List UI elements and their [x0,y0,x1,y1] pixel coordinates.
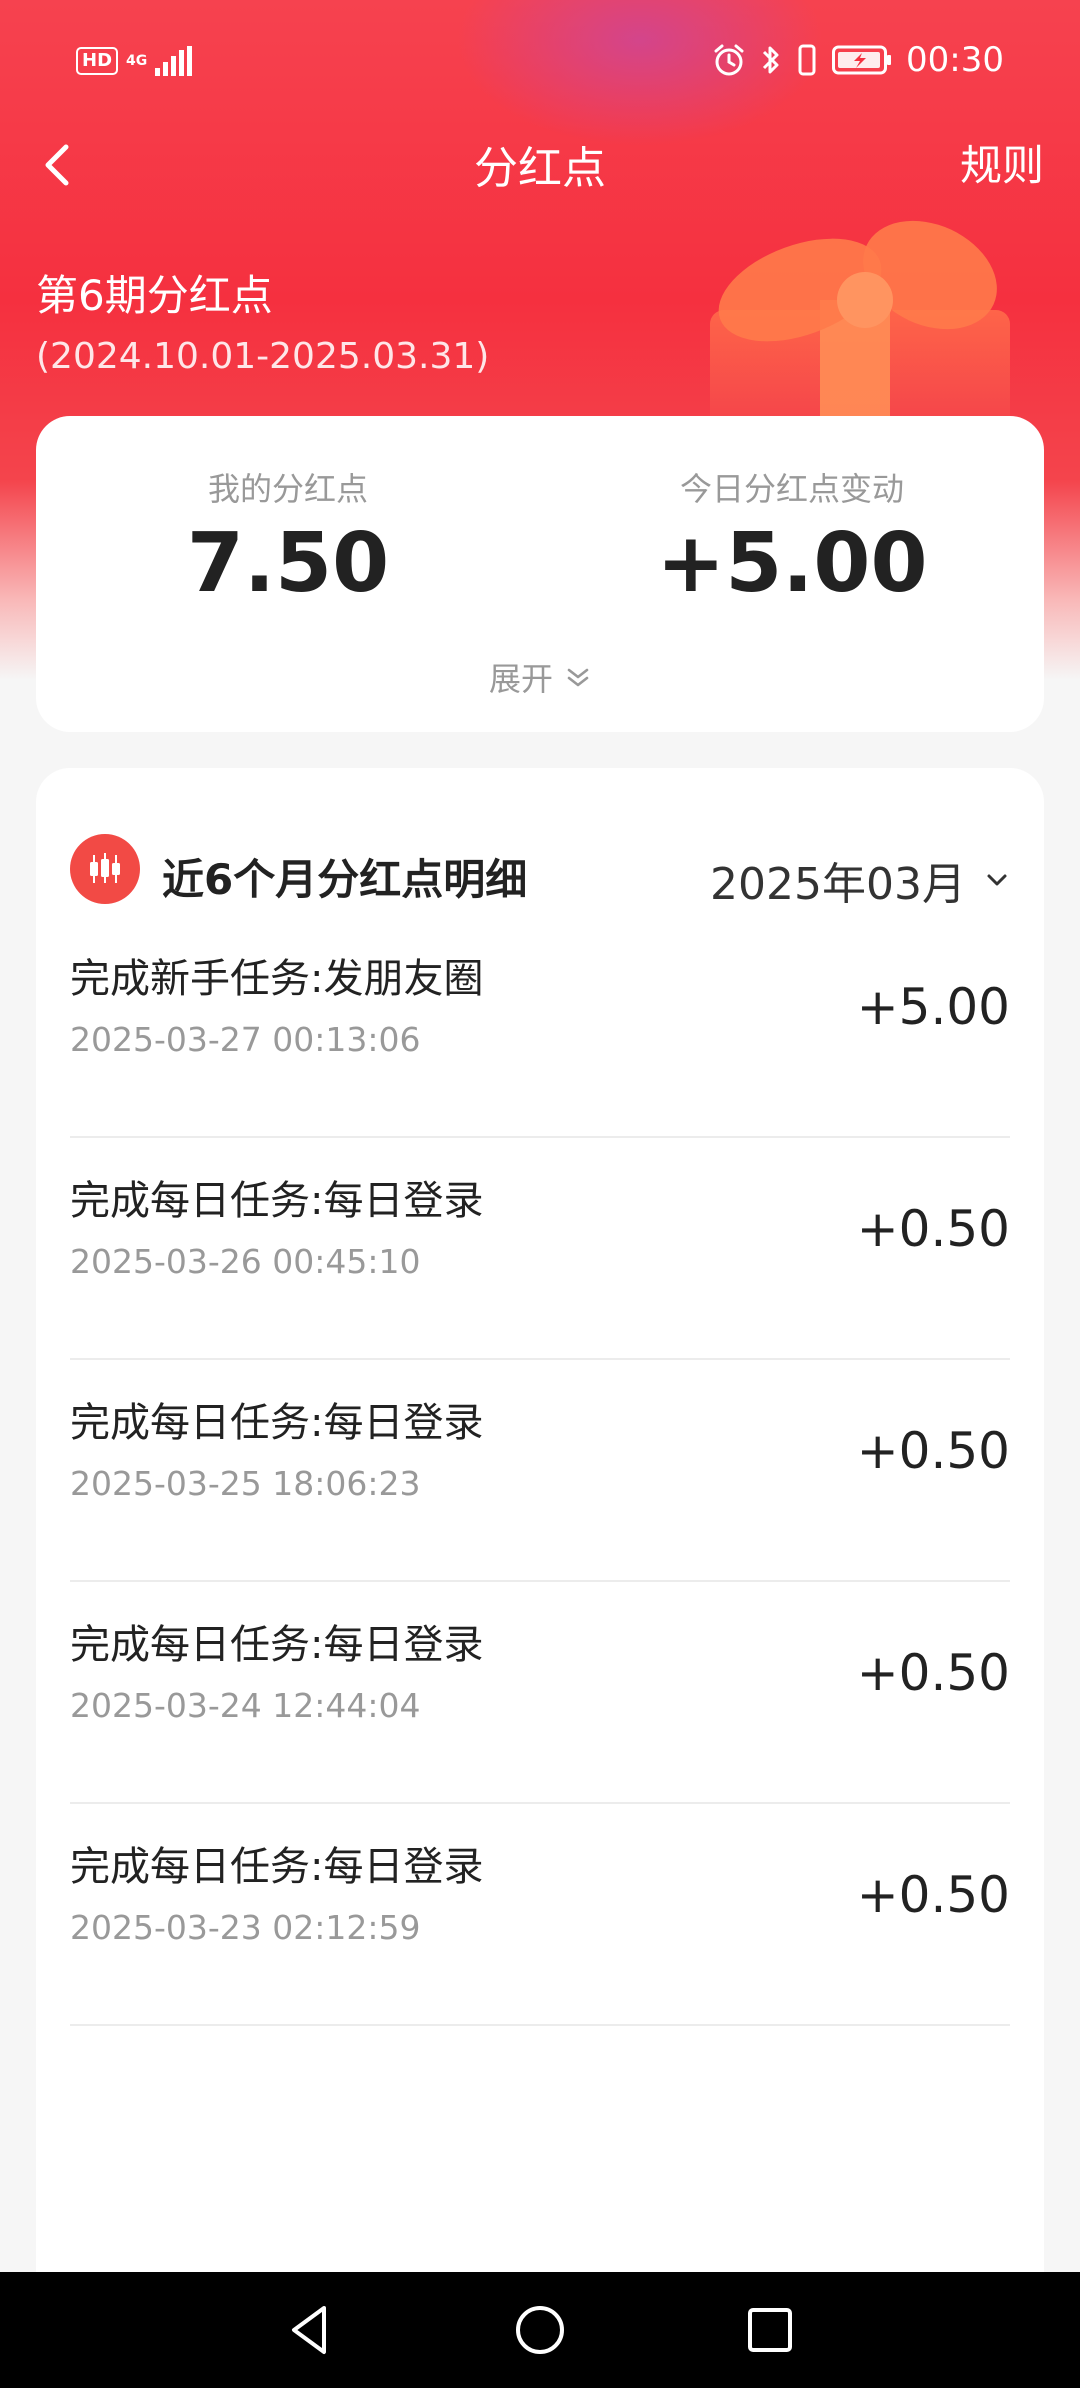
status-time: 00:30 [906,40,1004,80]
status-left: HD 4G [76,46,193,76]
record-list: 完成新手任务:发朋友圈 2025-03-27 00:13:06 +5.00 完成… [70,916,1010,2026]
my-points-stat: 我的分红点 7.50 [36,464,540,611]
back-triangle-icon[interactable] [280,2300,340,2360]
record-time: 2025-03-25 18:06:23 [70,1464,421,1503]
double-chevron-down-icon [567,668,589,687]
page-title: 分红点 [474,143,606,194]
expand-button[interactable]: 展开 [36,654,1044,700]
record-name: 完成新手任务:发朋友圈 [70,956,484,1002]
today-change-value: +5.00 [656,516,928,611]
recents-square-icon[interactable] [740,2300,800,2360]
gift-box-illustration [710,220,1010,420]
record-name: 完成每日任务:每日登录 [70,1400,484,1446]
list-item: 完成每日任务:每日登录 2025-03-25 18:06:23 +0.50 [70,1360,1010,1582]
record-name: 完成每日任务:每日登录 [70,1178,484,1224]
system-navigation-bar [0,2272,1080,2388]
home-circle-icon[interactable] [510,2300,570,2360]
list-item: 完成每日任务:每日登录 2025-03-26 00:45:10 +0.50 [70,1138,1010,1360]
network-type: 4G [126,53,148,69]
record-amount: +0.50 [856,1422,1010,1480]
list-item: 完成每日任务:每日登录 2025-03-23 02:12:59 +0.50 [70,1804,1010,2026]
list-item: 完成新手任务:发朋友圈 2025-03-27 00:13:06 +5.00 [70,916,1010,1138]
battery-charging-icon [832,45,892,75]
detail-header: 近6个月分红点明细 2025年03月 [70,828,1010,910]
record-time: 2025-03-24 12:44:04 [70,1686,421,1725]
record-amount: +5.00 [856,978,1010,1036]
my-points-value: 7.50 [186,516,390,611]
record-name: 完成每日任务:每日登录 [70,1622,484,1668]
my-points-label: 我的分红点 [207,470,368,508]
candlestick-icon [70,834,140,904]
vibrate-icon [798,44,816,76]
bluetooth-icon [762,46,779,74]
period-range: (2024.10.01-2025.03.31) [36,336,490,377]
month-selector-value: 2025年03月 [710,859,966,910]
hd-badge: HD [76,47,119,75]
summary-card: 我的分红点 7.50 今日分红点变动 +5.00 展开 [36,416,1044,732]
period-title: 第6期分红点 [36,271,273,320]
record-name: 完成每日任务:每日登录 [70,1844,484,1890]
chevron-down-icon [987,874,1007,886]
detail-card: 近6个月分红点明细 2025年03月 完成新手任务:发朋友圈 2025-03-2… [36,768,1044,2388]
expand-label: 展开 [488,660,553,698]
detail-title: 近6个月分红点明细 [162,855,528,904]
signal-icon [155,46,193,76]
record-amount: +0.50 [856,1866,1010,1924]
record-time: 2025-03-26 00:45:10 [70,1242,421,1281]
alarm-icon [714,44,744,76]
today-change-stat: 今日分红点变动 +5.00 [540,464,1044,611]
record-amount: +0.50 [856,1200,1010,1258]
record-time: 2025-03-27 00:13:06 [70,1020,421,1059]
month-selector[interactable]: 2025年03月 [710,848,1010,912]
today-change-label: 今日分红点变动 [679,470,904,508]
status-right: 00:30 [712,40,1004,80]
rules-link[interactable]: 规则 [960,132,1044,193]
record-time: 2025-03-23 02:12:59 [70,1908,421,1947]
list-item: 完成每日任务:每日登录 2025-03-24 12:44:04 +0.50 [70,1582,1010,1804]
record-amount: +0.50 [856,1644,1010,1702]
status-bar: HD 4G 00:30 [0,0,1080,130]
